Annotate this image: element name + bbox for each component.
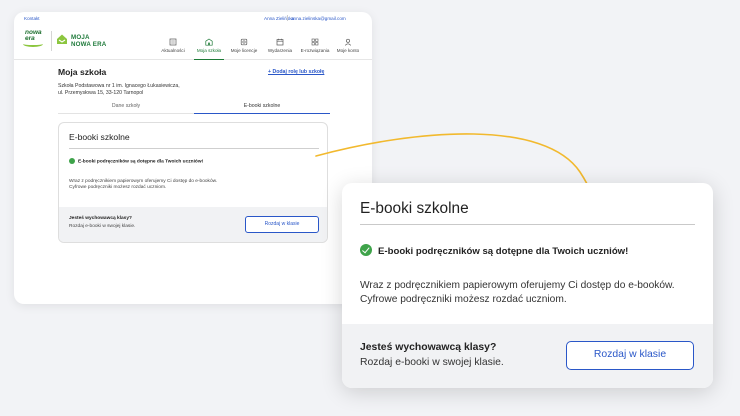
user-email-link[interactable]: anna.zielinska@gmail.com xyxy=(291,16,346,21)
tab-bar: Dane szkoły E-booki szkolne xyxy=(58,100,330,114)
card-footer: Jesteś wychowawcą klasy? Rozdaj e-booki … xyxy=(59,207,327,242)
calendar-icon xyxy=(276,38,284,46)
success-message: E-booki podręczników są dotępne dla Twoi… xyxy=(69,158,203,164)
check-circle-icon xyxy=(69,158,75,164)
nav-label: E-rozwiązania xyxy=(300,48,330,53)
topbar-divider xyxy=(287,15,288,21)
desc-line-2: Cyfrowe podręczniki możesz rozdać ucznio… xyxy=(69,185,167,191)
license-icon xyxy=(240,38,248,46)
school-street: ul. Przemysłowa 15, 33-120 Tarnopol xyxy=(58,90,144,96)
zoom-card-divider xyxy=(360,224,695,225)
user-name-link[interactable]: Anna Zielińska xyxy=(264,16,294,21)
ebooks-card: E-booki szkolne E-booki podręczników są … xyxy=(58,122,328,243)
card-divider xyxy=(69,148,319,149)
zoom-teacher-hint: Rozdaj e-booki w swojej klasie. xyxy=(360,357,504,368)
zoom-success-text: E-booki podręczników są dotępne dla Twoi… xyxy=(378,246,629,257)
page-title: Moja szkoła xyxy=(58,67,107,77)
nav-label: Moje konto xyxy=(336,48,360,53)
nav-label: Moja szkoła xyxy=(196,48,222,53)
browser-window: Kontakt Anna Zielińska anna.zielinska@gm… xyxy=(14,12,372,304)
distribute-in-class-button[interactable]: Rozdaj w klasie xyxy=(245,216,319,233)
zoom-card-footer: Jesteś wychowawcą klasy? Rozdaj e-booki … xyxy=(342,324,713,388)
zoom-desc-line-1: Wraz z podręcznikiem papierowym oferujem… xyxy=(360,280,675,291)
grid-icon xyxy=(311,38,319,46)
teacher-hint: Rozdaj e-booki w swojej klasie. xyxy=(69,224,136,229)
desc-line-1: Wraz z podręcznikiem papierowym oferujem… xyxy=(69,179,218,184)
top-bar: Kontakt Anna Zielińska anna.zielinska@gm… xyxy=(14,12,372,22)
zoom-desc-line-2: Cyfrowe podręczniki możesz rozdać ucznio… xyxy=(360,293,567,305)
school-icon xyxy=(205,38,213,46)
logo-text-moja: MOJA xyxy=(71,34,90,41)
zoom-card-description: Wraz z podręcznikiem papierowym oferujem… xyxy=(360,279,675,306)
nav-item-e-rozwiazania[interactable]: E-rozwiązania xyxy=(298,38,332,60)
house-logo-icon xyxy=(57,34,67,44)
news-icon xyxy=(169,38,177,46)
nav-active-underline xyxy=(194,59,224,60)
school-address: Szkoła Podstawowa nr 1 im. Ignacego Łuka… xyxy=(58,83,180,97)
card-title: E-booki szkolne xyxy=(69,132,130,142)
logo-text-nowa-era: NOWA ERA xyxy=(71,41,107,48)
user-icon xyxy=(344,38,352,46)
school-name: Szkoła Podstawowa nr 1 im. Ignacego Łuka… xyxy=(58,83,180,89)
zoom-card-title: E-booki szkolne xyxy=(360,200,469,217)
check-circle-icon xyxy=(360,244,372,256)
nav-label: Moje licencje xyxy=(230,48,258,53)
card-description: Wraz z podręcznikiem papierowym oferujem… xyxy=(69,179,217,192)
zoom-success-message: E-booki podręczników są dotępne dla Twoi… xyxy=(360,244,628,257)
nav-label: Wydarzenia xyxy=(267,48,293,53)
zoom-teacher-question: Jesteś wychowawcą klasy? xyxy=(360,342,497,353)
tab-dane-szkoly[interactable]: Dane szkoły xyxy=(58,103,194,109)
nav-item-moje-konto[interactable]: Moje konto xyxy=(334,38,362,60)
teacher-question: Jesteś wychowawcą klasy? xyxy=(69,216,132,221)
logo-divider xyxy=(51,31,52,51)
active-tab-indicator xyxy=(194,112,330,114)
site-header: nowa era MOJA NOWA ERA Aktualności Moja sz… xyxy=(14,24,372,60)
tab-e-booki-szkolne[interactable]: E-booki szkolne xyxy=(194,103,330,109)
add-role-link[interactable]: + Dodaj rolę lub szkołę xyxy=(268,69,324,75)
contact-link[interactable]: Kontakt xyxy=(24,16,40,21)
ebooks-card-zoomed: E-booki szkolne E-booki podręczników są … xyxy=(342,183,713,388)
nav-label: Aktualności xyxy=(161,48,185,53)
nav-item-moja-szkola[interactable]: Moja szkoła xyxy=(194,38,224,60)
nowa-era-logo[interactable]: nowa era xyxy=(23,29,47,53)
nav-item-wydarzenia[interactable]: Wydarzenia xyxy=(266,38,294,60)
moja-nowa-era-logo[interactable]: MOJA NOWA ERA xyxy=(56,31,126,53)
nav-item-aktualnosci[interactable]: Aktualności xyxy=(158,38,188,60)
success-text: E-booki podręczników są dotępne dla Twoi… xyxy=(78,159,204,165)
zoom-distribute-in-class-button[interactable]: Rozdaj w klasie xyxy=(566,341,694,370)
nav-item-moje-licencje[interactable]: Moje licencje xyxy=(228,38,260,60)
logo-swoosh-icon xyxy=(23,41,43,47)
